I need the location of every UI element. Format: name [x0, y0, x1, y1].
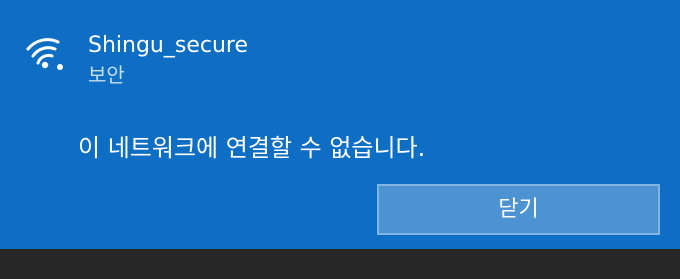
network-security-status: 보안 [88, 63, 125, 87]
network-name: Shingu_secure [88, 33, 249, 58]
close-button[interactable]: 닫기 [377, 184, 660, 235]
taskbar-edge [0, 249, 680, 279]
network-entry[interactable]: Shingu_secure 보안 [24, 26, 624, 96]
wifi-secured-icon [26, 38, 63, 70]
connection-error-message: 이 네트워크에 연결할 수 없습니다. [78, 134, 426, 162]
wifi-flyout-panel: Shingu_secure 보안 이 네트워크에 연결할 수 없습니다. 닫기 [0, 0, 680, 249]
